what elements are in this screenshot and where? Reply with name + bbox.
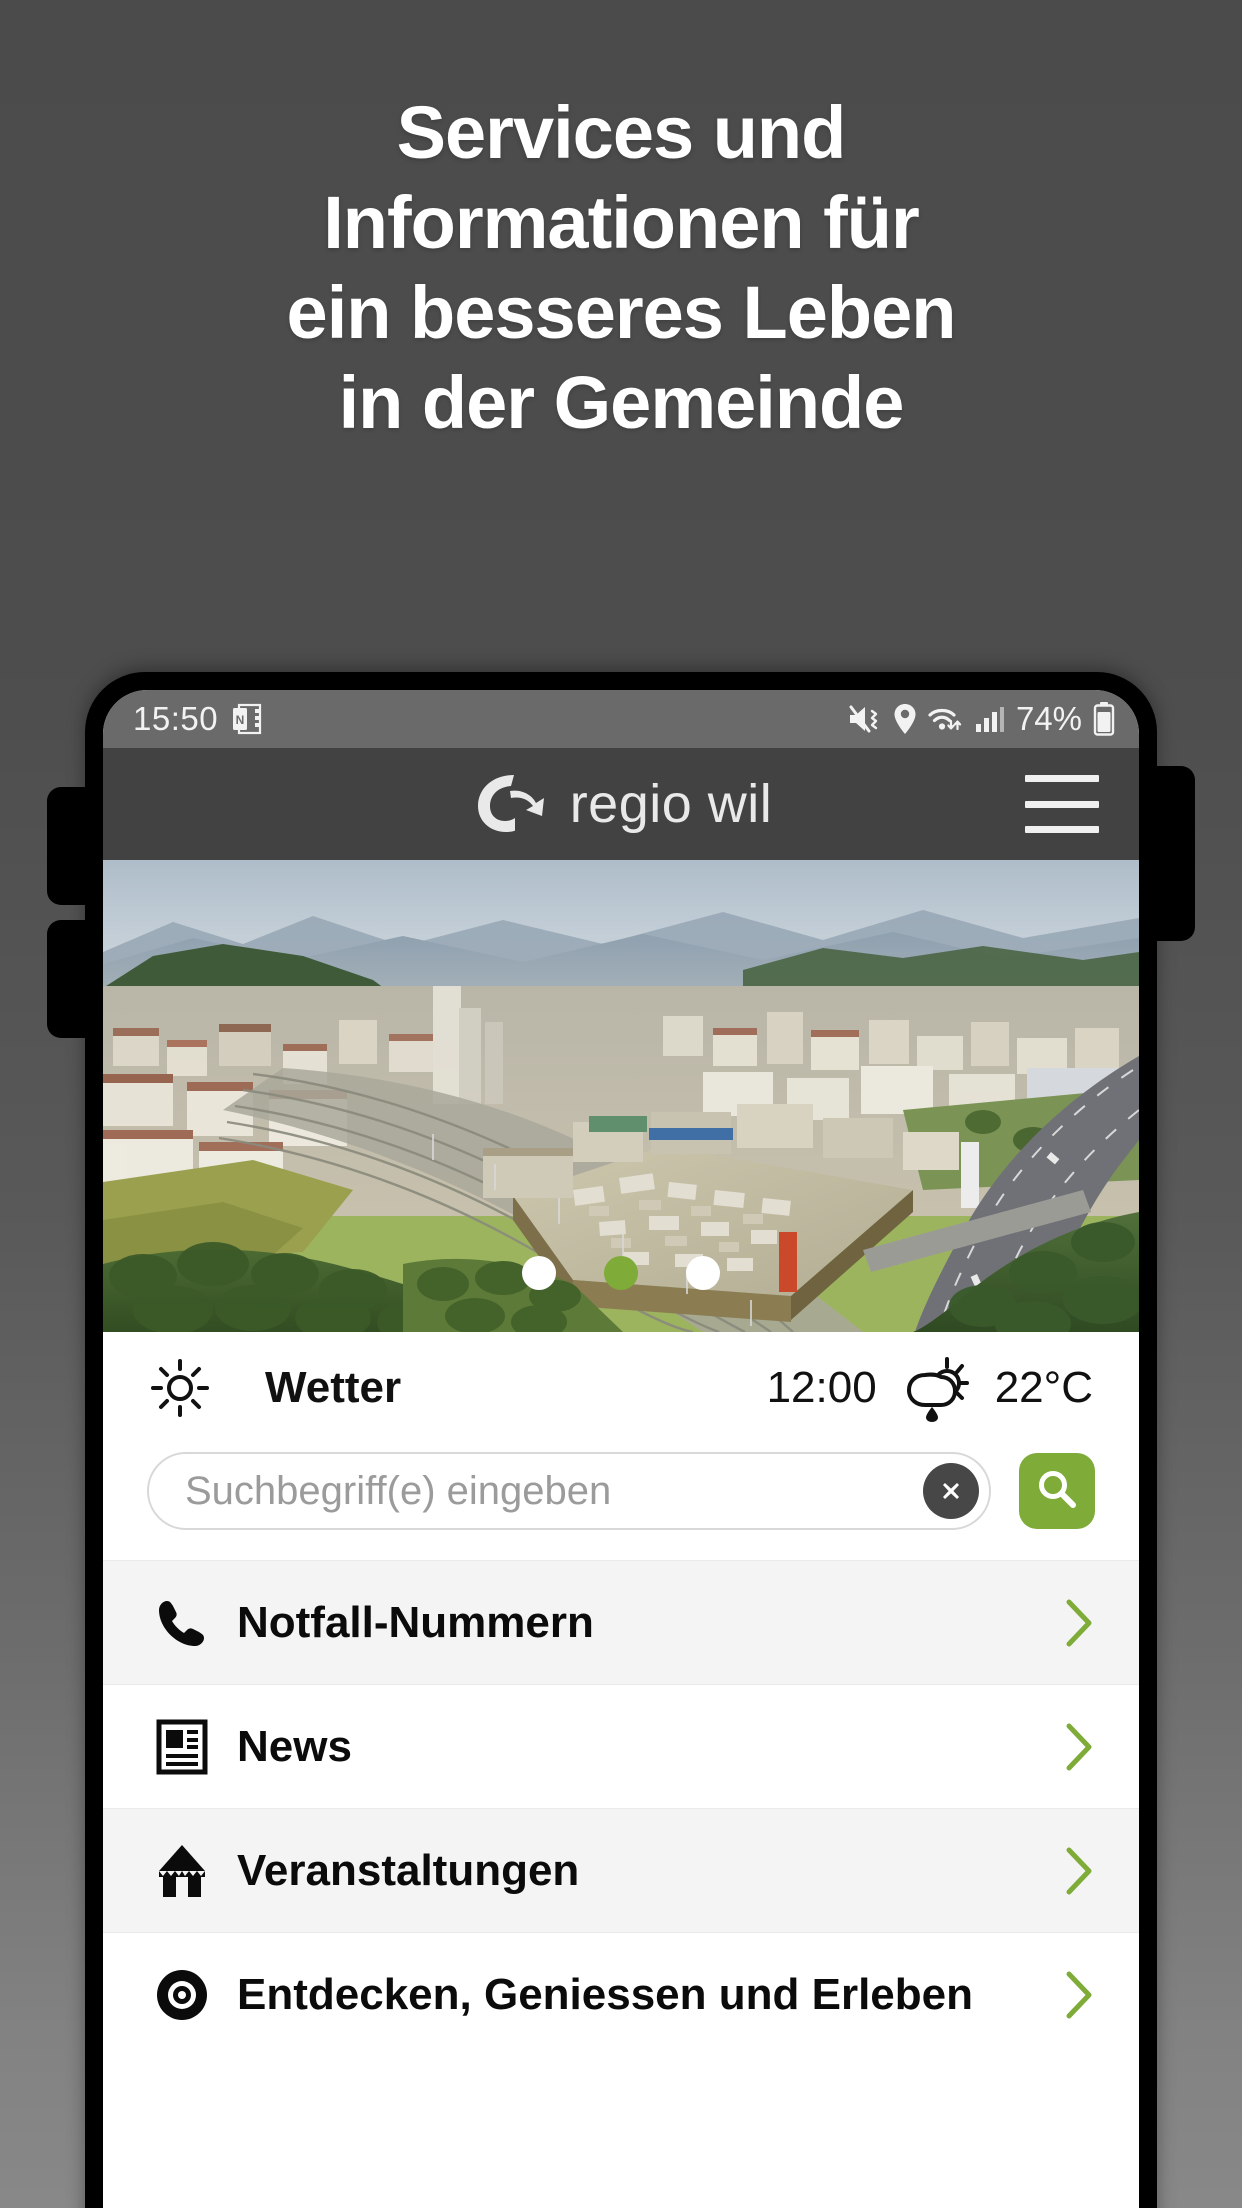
phone-mockup: 15:50 N 74% regio wil Wetter 12:00 22°C … — [47, 672, 1195, 2208]
regio-wil-swoosh-logo — [470, 769, 556, 839]
promo-screenshot: Services und Informationen für ein besse… — [0, 0, 1242, 2208]
headline-line-3: ein besseres Leben — [286, 271, 957, 354]
menu-item-veranstaltungen[interactable]: Veranstaltungen — [103, 1808, 1139, 1932]
wifi-icon — [928, 703, 964, 735]
search-field[interactable] — [147, 1452, 991, 1530]
search-submit-button[interactable] — [1019, 1453, 1095, 1529]
location-pin-icon — [893, 703, 917, 735]
carousel-dot-2-active[interactable] — [604, 1256, 638, 1290]
phone-screen: 15:50 N 74% regio wil Wetter 12:00 22°C … — [103, 690, 1139, 2208]
status-bar-left: 15:50 N — [133, 700, 262, 738]
volume-up-button[interactable] — [47, 787, 93, 905]
menu-item-news[interactable]: News — [103, 1684, 1139, 1808]
search-row — [103, 1444, 1139, 1560]
weather-values: 12:00 22°C — [767, 1353, 1093, 1423]
menu-item-notfall-nummern[interactable]: Notfall-Nummern — [103, 1560, 1139, 1684]
headline-line-4: in der Gemeinde — [338, 361, 905, 444]
battery-icon — [1093, 702, 1115, 736]
newspaper-icon — [143, 1719, 221, 1775]
clear-circle-x-icon[interactable] — [923, 1463, 979, 1519]
battery-percent: 74% — [1015, 700, 1082, 737]
cellular-signal-icon — [975, 704, 1005, 734]
app-brand[interactable]: regio wil — [470, 769, 773, 839]
onenote-icon: N — [232, 703, 262, 735]
app-header: regio wil — [103, 748, 1139, 860]
chevron-right-icon — [1057, 1597, 1101, 1649]
status-bar: 15:50 N 74% — [103, 690, 1139, 748]
search-magnifier-icon — [1034, 1466, 1080, 1517]
chevron-right-icon — [1057, 1721, 1101, 1773]
status-time: 15:50 — [133, 700, 219, 737]
menu-item-entdecken-geniessen-erleben[interactable]: Entdecken, Geniessen und Erleben — [103, 1932, 1139, 2056]
main-menu-list: Notfall-Nummern News Veranstaltungen Ent… — [103, 1560, 1139, 2056]
volume-down-button[interactable] — [47, 920, 93, 1038]
hero-carousel[interactable] — [103, 860, 1139, 1332]
menu-item-label: News — [237, 1721, 352, 1771]
volume-mute-vibrate-icon — [848, 704, 882, 734]
power-button[interactable] — [1149, 766, 1195, 941]
festival-tent-icon — [143, 1843, 221, 1899]
svg-text:N: N — [236, 713, 245, 727]
carousel-dot-3[interactable] — [686, 1256, 720, 1290]
chevron-right-icon — [1057, 1969, 1101, 2021]
carousel-dots[interactable] — [103, 1256, 1139, 1290]
phone-handset-icon — [143, 1595, 221, 1651]
menu-item-label: Entdecken, Geniessen und Erleben — [237, 1969, 973, 2019]
carousel-dot-1[interactable] — [522, 1256, 556, 1290]
menu-item-label: Veranstaltungen — [237, 1845, 580, 1895]
sun-behind-cloud-rain-icon — [901, 1353, 971, 1423]
headline-line-1: Services und — [396, 91, 847, 174]
target-disc-icon — [143, 1967, 221, 2023]
chevron-right-icon — [1057, 1845, 1101, 1897]
weather-label: Wetter — [265, 1363, 402, 1412]
headline-line-2: Informationen für — [323, 181, 920, 264]
weather-bar[interactable]: Wetter 12:00 22°C — [103, 1332, 1139, 1444]
status-bar-right: 74% — [848, 700, 1115, 738]
promo-headline: Services und Informationen für ein besse… — [0, 96, 1242, 440]
hamburger-menu-icon[interactable] — [1025, 775, 1099, 833]
brand-name: regio wil — [569, 774, 773, 834]
search-input[interactable] — [183, 1467, 923, 1515]
weather-temperature: 22°C — [994, 1363, 1093, 1412]
weather-time: 12:00 — [766, 1363, 877, 1412]
sun-icon — [149, 1357, 211, 1419]
menu-item-label: Notfall-Nummern — [237, 1597, 594, 1647]
